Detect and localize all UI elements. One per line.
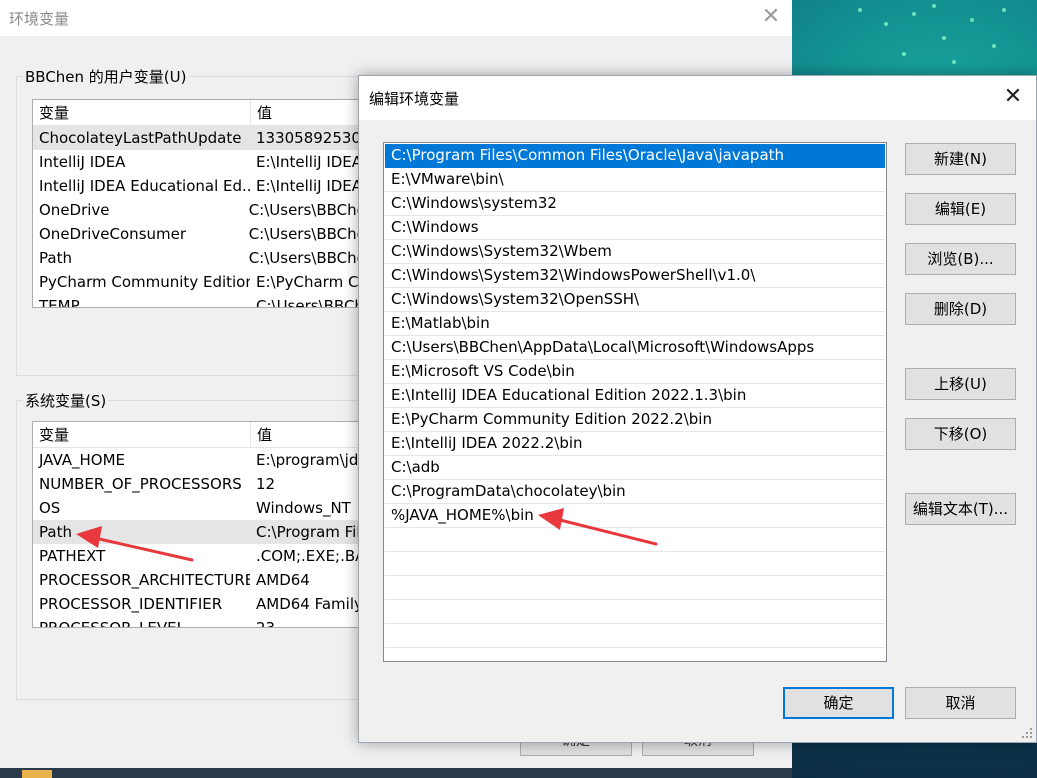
variable-value-cell: .COM;.EXE;.BA [256, 547, 366, 565]
variable-name-cell: IntelliJ IDEA Educational Ed... [39, 177, 250, 195]
path-entry[interactable]: E:\IntelliJ IDEA 2022.2\bin [385, 432, 885, 456]
path-entry[interactable]: C:\Windows [385, 216, 885, 240]
env-vars-title: 环境变量 [9, 10, 70, 28]
dialog-titlebar[interactable]: 编辑环境变量 ✕ [359, 76, 1036, 120]
path-entry[interactable]: E:\Microsoft VS Code\bin [385, 360, 885, 384]
table-row[interactable]: PROCESSOR_ARCHITECTURE AMD64 [33, 568, 371, 592]
resize-grip-icon[interactable] [1021, 727, 1033, 739]
path-entry[interactable]: C:\Windows\system32 [385, 192, 885, 216]
taskbar-folder-icon[interactable] [22, 770, 52, 778]
move-down-button[interactable]: 下移(O) [905, 418, 1016, 450]
variable-name-cell: NUMBER_OF_PROCESSORS [39, 475, 242, 493]
variable-value-cell: C:\Users\BBCh [256, 297, 364, 308]
path-entry[interactable]: E:\VMware\bin\ [385, 168, 885, 192]
table-row[interactable]: Path C:\Program Fil [33, 520, 371, 544]
system-vars-label: 系统变量(S) [23, 390, 109, 411]
path-entry[interactable]: E:\IntelliJ IDEA Educational Edition 202… [385, 384, 885, 408]
variable-name-cell: PROCESSOR_LEVEL [39, 619, 185, 628]
path-entry[interactable]: E:\PyCharm Community Edition 2022.2\bin [385, 408, 885, 432]
path-entry[interactable]: C:\Program Files\Common Files\Oracle\Jav… [385, 144, 885, 168]
path-entry[interactable]: C:\adb [385, 456, 885, 480]
empty-path-slot[interactable] [385, 624, 885, 648]
close-icon[interactable]: ✕ [1001, 86, 1025, 110]
list-header: 变量 值 [33, 100, 371, 126]
browse-button[interactable]: 浏览(B)... [905, 243, 1016, 275]
edit-button[interactable]: 编辑(E) [905, 193, 1016, 225]
column-header-variable[interactable]: 变量 [33, 100, 251, 125]
table-row[interactable]: OneDrive C:\Users\BBChen [33, 198, 371, 222]
close-icon[interactable]: ✕ [760, 6, 782, 28]
cancel-button[interactable]: 取消 [905, 687, 1016, 719]
variable-name-cell: ChocolateyLastPathUpdate [39, 129, 242, 147]
variable-name-cell: Path [39, 249, 72, 267]
path-entry[interactable]: C:\Users\BBChen\AppData\Local\Microsoft\… [385, 336, 885, 360]
table-row[interactable]: JAVA_HOME E:\program\jd [33, 448, 371, 472]
user-vars-label: BBChen 的用户变量(U) [23, 66, 189, 87]
variable-value-cell: AMD64 Family [256, 595, 363, 613]
edit-env-var-dialog: 编辑环境变量 ✕ C:\Program Files\Common Files\O… [358, 75, 1037, 743]
variable-value-cell: C:\Users\BBChen [248, 225, 371, 243]
empty-path-slot[interactable] [385, 576, 885, 600]
variable-name-cell: JAVA_HOME [39, 451, 126, 469]
path-entry[interactable]: %JAVA_HOME%\bin [385, 504, 885, 528]
variable-value-cell: 23 [256, 619, 276, 628]
variable-value-cell: E:\IntelliJ IDEA [256, 177, 363, 195]
table-row[interactable]: IntelliJ IDEA Educational Ed... E:\Intell… [33, 174, 371, 198]
path-entries-list[interactable]: C:\Program Files\Common Files\Oracle\Jav… [383, 142, 887, 662]
env-vars-titlebar[interactable]: 环境变量 ✕ [0, 0, 792, 36]
edit-text-button[interactable]: 编辑文本(T)... [905, 493, 1016, 525]
variable-name-cell: Path [39, 523, 72, 541]
variable-name-cell: PROCESSOR_IDENTIFIER [39, 595, 223, 613]
table-row[interactable]: PyCharm Community Edition E:\PyCharm Co [33, 270, 371, 294]
variable-value-cell: 12 [256, 475, 276, 493]
empty-path-slot[interactable] [385, 552, 885, 576]
variable-value-cell: E:\program\jd [256, 451, 359, 469]
table-row[interactable]: NUMBER_OF_PROCESSORS 12 [33, 472, 371, 496]
variable-name-cell: OneDriveConsumer [39, 225, 187, 243]
move-up-button[interactable]: 上移(U) [905, 368, 1016, 400]
list-header: 变量 值 [33, 422, 371, 448]
variable-value-cell: C:\Users\BBChen [248, 249, 371, 267]
variable-value-cell: E:\PyCharm Co [256, 273, 368, 291]
column-header-value[interactable]: 值 [251, 422, 371, 447]
variable-value-cell: Windows_NT [256, 499, 351, 517]
ok-button[interactable]: 确定 [783, 687, 894, 719]
empty-path-slot[interactable] [385, 528, 885, 552]
path-entry[interactable]: C:\Windows\System32\WindowsPowerShell\v1… [385, 264, 885, 288]
variable-value-cell: C:\Program Fil [256, 523, 361, 541]
variable-value-cell: C:\Users\BBChen [248, 201, 371, 219]
path-entry[interactable]: C:\Windows\System32\OpenSSH\ [385, 288, 885, 312]
user-vars-list[interactable]: 变量 值 ChocolateyLastPathUpdate 13305892530… [32, 99, 372, 308]
delete-button[interactable]: 删除(D) [905, 293, 1016, 325]
path-entry[interactable]: C:\ProgramData\chocolatey\bin [385, 480, 885, 504]
variable-name-cell: TEMP [39, 297, 80, 308]
variable-name-cell: OneDrive [39, 201, 110, 219]
table-row[interactable]: TEMP C:\Users\BBCh [33, 294, 371, 308]
table-row[interactable]: Path C:\Users\BBChen [33, 246, 371, 270]
table-row[interactable]: PATHEXT .COM;.EXE;.BA [33, 544, 371, 568]
new-button[interactable]: 新建(N) [905, 143, 1016, 175]
column-header-value[interactable]: 值 [251, 100, 371, 125]
table-row[interactable]: IntelliJ IDEA E:\IntelliJ IDEA [33, 150, 371, 174]
table-row[interactable]: OS Windows_NT [33, 496, 371, 520]
variable-value-cell: 133058925301 [256, 129, 371, 147]
system-vars-list[interactable]: 变量 值 JAVA_HOME E:\program\jd NUMBER_OF_PRO… [32, 421, 372, 628]
variable-value-cell: AMD64 [256, 571, 310, 589]
column-header-variable[interactable]: 变量 [33, 422, 251, 447]
table-row[interactable]: PROCESSOR_IDENTIFIER AMD64 Family [33, 592, 371, 616]
variable-name-cell: PROCESSOR_ARCHITECTURE [39, 571, 250, 589]
table-row[interactable]: PROCESSOR_LEVEL 23 [33, 616, 371, 628]
path-entry[interactable]: C:\Windows\System32\Wbem [385, 240, 885, 264]
taskbar-strip [0, 768, 792, 778]
variable-name-cell: PyCharm Community Edition [39, 273, 250, 291]
variable-name-cell: IntelliJ IDEA [39, 153, 126, 171]
variable-value-cell: E:\IntelliJ IDEA [256, 153, 363, 171]
table-row[interactable]: ChocolateyLastPathUpdate 133058925301 [33, 126, 371, 150]
variable-name-cell: OS [39, 499, 61, 517]
dialog-title: 编辑环境变量 [369, 90, 460, 108]
table-row[interactable]: OneDriveConsumer C:\Users\BBChen [33, 222, 371, 246]
path-entry[interactable]: E:\Matlab\bin [385, 312, 885, 336]
variable-name-cell: PATHEXT [39, 547, 106, 565]
empty-path-slot[interactable] [385, 600, 885, 624]
